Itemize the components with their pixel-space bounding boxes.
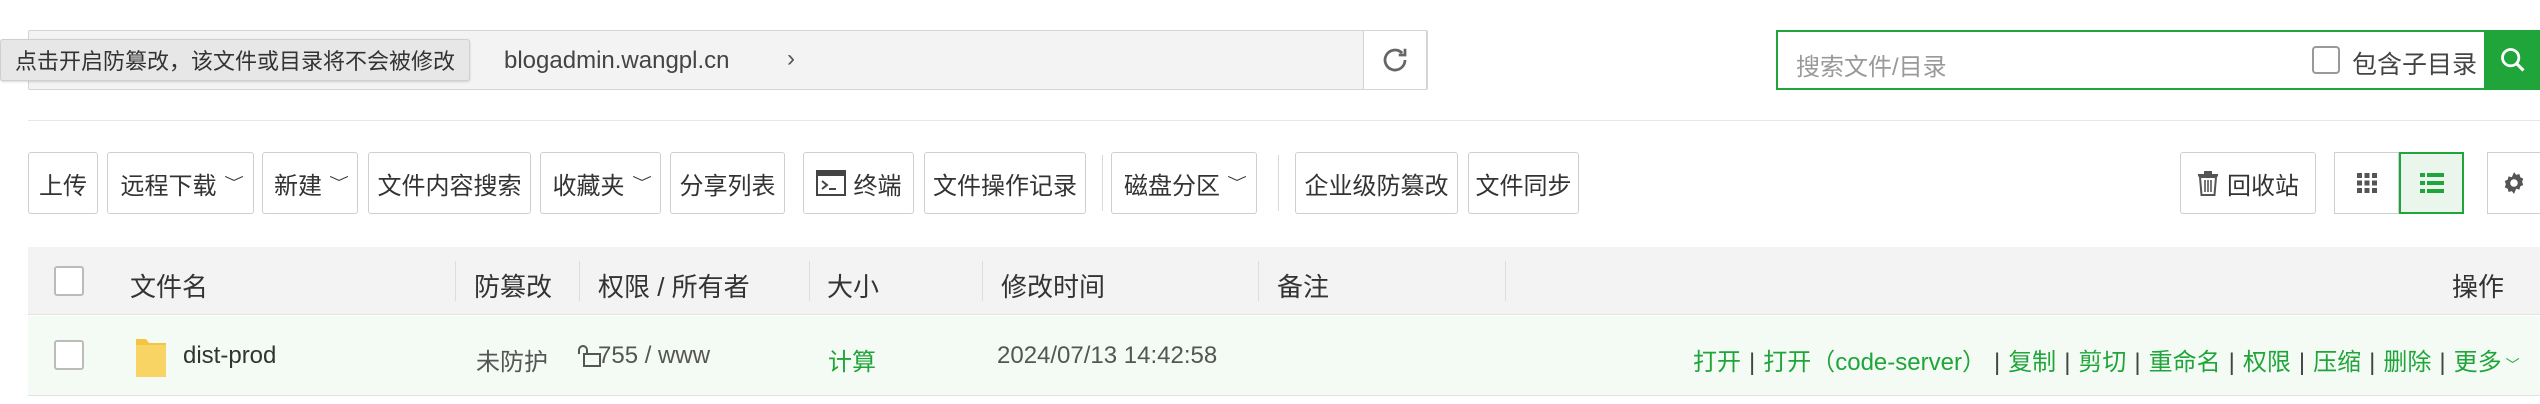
toolbar-separator — [1278, 155, 1279, 211]
favorites-button[interactable]: 收藏夹 ﹀ — [540, 152, 661, 214]
terminal-button[interactable]: 终端 — [803, 152, 914, 214]
op-separator: | — [2369, 349, 2376, 376]
tamper-tooltip: 点击开启防篡改，该文件或目录将不会被修改 — [0, 39, 471, 81]
recycle-bin-button[interactable]: 回收站 — [2180, 152, 2316, 214]
col-tamper: 防篡改 — [474, 272, 553, 302]
refresh-button[interactable] — [1363, 30, 1427, 90]
chevron-down-icon: ﹀ — [631, 175, 652, 191]
file-sync-button[interactable]: 文件同步 — [1468, 152, 1579, 214]
favorites-label: 收藏夹 — [552, 172, 625, 200]
row-checkbox[interactable] — [54, 340, 84, 370]
share-list-button[interactable]: 分享列表 — [670, 152, 785, 214]
remote-download-label: 远程下载 — [120, 172, 217, 200]
col-perm: 权限 / 所有者 — [598, 272, 750, 302]
table-header: 文件名 防篡改 权限 / 所有者 大小 修改时间 备注 操作 — [28, 247, 2540, 315]
col-size[interactable]: 大小 — [827, 267, 879, 304]
op-open[interactable]: 打开 — [1693, 349, 1741, 376]
content-search-label: 文件内容搜索 — [377, 172, 522, 200]
op-copy[interactable]: 复制 — [2008, 349, 2056, 376]
search-input[interactable]: 搜索文件/目录 包含子目录 — [1776, 30, 2486, 90]
op-cut[interactable]: 剪切 — [2078, 349, 2126, 376]
op-log-button[interactable]: 文件操作记录 — [924, 152, 1086, 214]
search-button[interactable] — [2485, 30, 2540, 90]
trash-icon — [2198, 171, 2218, 196]
folder-icon — [136, 339, 166, 377]
upload-button[interactable]: 上传 — [28, 152, 98, 214]
col-note: 备注 — [1277, 272, 1330, 302]
upload-label: 上传 — [39, 172, 87, 200]
search-icon — [2500, 48, 2525, 72]
chevron-down-icon[interactable]: ﹀ — [2506, 357, 2520, 373]
column-divider — [1258, 261, 1259, 301]
row-actions: 打开 | 打开（code-server） | 复制 | 剪切 | 重命名 | 权限 | 压缩 | 删除 | 更多… — [1693, 342, 2520, 377]
file-name[interactable]: dist-prod — [183, 342, 276, 370]
column-divider — [982, 261, 983, 301]
chevron-down-icon: ﹀ — [223, 175, 244, 191]
remote-download-button[interactable]: 远程下载 ﹀ — [107, 152, 254, 214]
divider — [28, 120, 2540, 121]
op-log-label: 文件操作记录 — [933, 172, 1077, 200]
col-name[interactable]: 文件名 — [130, 267, 208, 304]
share-list-label: 分享列表 — [679, 172, 776, 200]
chevron-down-icon: ﹀ — [1227, 175, 1247, 191]
breadcrumb[interactable]: blogadmin.wangpl.cn — [504, 47, 729, 75]
new-label: 新建 — [274, 172, 322, 200]
list-view-button[interactable] — [2399, 152, 2464, 214]
op-open-code-server[interactable]: 打开（code-server） — [1763, 349, 1986, 376]
search-placeholder: 搜索文件/目录 — [1796, 54, 1947, 81]
modified-time: 2024/07/13 14:42:58 — [997, 342, 1218, 369]
op-separator: | — [2228, 349, 2235, 376]
include-subdir-label: 包含子目录 — [2352, 51, 2478, 79]
op-separator: | — [1749, 349, 1756, 376]
recycle-bin-label: 回收站 — [2227, 172, 2299, 200]
include-subdir-checkbox[interactable] — [2312, 46, 2340, 74]
gear-icon — [2504, 172, 2524, 194]
op-separator: | — [2298, 349, 2306, 376]
size-calc-link[interactable]: 计算 — [828, 342, 876, 377]
column-divider — [455, 261, 456, 301]
select-all-checkbox[interactable] — [54, 266, 84, 296]
refresh-icon — [1383, 48, 1407, 72]
disk-label: 磁盘分区 — [1124, 172, 1220, 200]
grid-view-icon — [2356, 173, 2377, 193]
settings-button[interactable] — [2487, 152, 2540, 214]
op-delete[interactable]: 删除 — [2383, 349, 2431, 376]
grid-view-button[interactable] — [2334, 152, 2399, 214]
terminal-icon — [815, 170, 846, 196]
enterprise-tamper-label: 企业级防篡改 — [1304, 172, 1449, 200]
list-view-icon — [2419, 173, 2444, 193]
tamper-status: 未防护 — [476, 349, 548, 376]
column-divider — [1505, 261, 1506, 301]
op-rename[interactable]: 重命名 — [2149, 349, 2221, 376]
column-divider — [579, 261, 580, 301]
op-more[interactable]: 更多 — [2454, 349, 2502, 376]
op-separator: | — [2134, 349, 2141, 376]
col-mtime[interactable]: 修改时间 — [1001, 267, 1105, 304]
table-row[interactable]: dist-prod 未防护 755 / www 计算 2024/07/13 14… — [28, 316, 2540, 396]
chevron-right-icon[interactable]: › — [787, 45, 795, 73]
chevron-down-icon: ﹀ — [329, 175, 349, 191]
terminal-label: 终端 — [853, 172, 902, 200]
file-sync-label: 文件同步 — [1475, 172, 1572, 200]
toolbar-separator — [1102, 155, 1103, 211]
op-separator: | — [1993, 349, 2001, 376]
permission[interactable]: 755 / www — [598, 342, 710, 370]
op-separator: | — [2064, 349, 2071, 376]
disk-partition-button[interactable]: 磁盘分区 ﹀ — [1111, 152, 1257, 214]
column-divider — [809, 261, 810, 301]
content-search-button[interactable]: 文件内容搜索 — [368, 152, 531, 214]
op-separator: | — [2439, 349, 2446, 376]
op-compress[interactable]: 压缩 — [2313, 349, 2361, 376]
op-permission[interactable]: 权限 — [2243, 349, 2291, 376]
col-ops: 操作 — [2452, 272, 2505, 302]
enterprise-tamper-button[interactable]: 企业级防篡改 — [1295, 152, 1458, 214]
new-button[interactable]: 新建 ﹀ — [262, 152, 358, 214]
